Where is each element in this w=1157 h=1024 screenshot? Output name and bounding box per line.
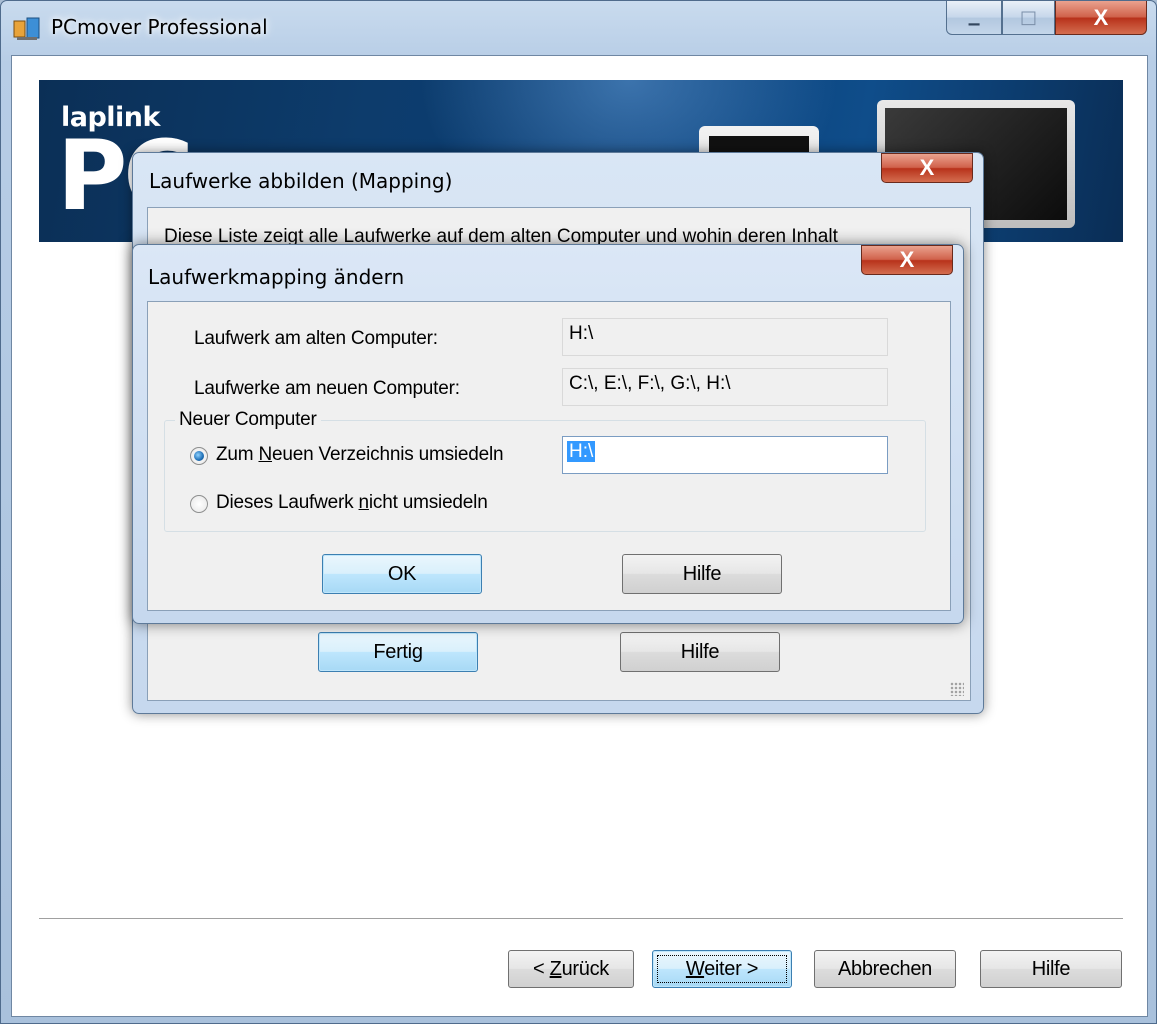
help-button[interactable]: Hilfe (980, 950, 1122, 988)
skip-mnemonic: n (358, 492, 370, 513)
back-button-label: < Zurück (533, 958, 609, 981)
back-mnemonic: Z (549, 957, 562, 980)
next-mnemonic: W (685, 957, 705, 980)
close-button[interactable]: X (1055, 1, 1147, 35)
dialog-title: Laufwerkmapping ändern (148, 265, 405, 289)
ok-button[interactable]: OK (322, 554, 482, 594)
close-icon: X (1093, 4, 1109, 30)
group-label: Neuer Computer (175, 409, 321, 431)
window-title: PCmover Professional (51, 15, 268, 39)
target-directory-input[interactable]: H:\ (562, 436, 888, 474)
new-drives-label: Laufwerke am neuen Computer: (194, 378, 460, 399)
relocate-prefix: Zum (216, 444, 259, 465)
dialog-client-area: Laufwerk am alten Computer: H:\ Laufwerk… (147, 301, 951, 611)
selected-text: H:\ (567, 441, 596, 462)
relocate-mnemonic: N (258, 444, 273, 465)
maximize-button[interactable]: □ (1002, 1, 1055, 35)
help-button[interactable]: Hilfe (622, 554, 782, 594)
resize-grip[interactable] (950, 682, 964, 696)
maximize-icon: □ (1019, 7, 1037, 28)
relocate-radio[interactable] (190, 447, 208, 465)
change-drive-mapping-dialog: Laufwerkmapping ändern X Laufwerk am alt… (132, 244, 964, 624)
help-button[interactable]: Hilfe (620, 632, 780, 672)
next-suffix: eiter > (704, 957, 759, 980)
next-button[interactable]: Weiter > (652, 950, 792, 988)
relocate-suffix: euen Verzeichnis umsiedeln (272, 444, 504, 465)
close-icon: X (899, 247, 915, 272)
skip-option-label[interactable]: Dieses Laufwerk nicht umsiedeln (216, 492, 488, 514)
pcmover-app-icon (13, 17, 40, 40)
old-drive-field: H:\ (562, 318, 888, 356)
dialog-title: Laufwerke abbilden (Mapping) (149, 169, 453, 193)
close-icon: X (919, 155, 935, 180)
done-button[interactable]: Fertig (318, 632, 478, 672)
relocate-option-label[interactable]: Zum Neuen Verzeichnis umsiedeln (216, 444, 504, 466)
skip-prefix: Dieses Laufwerk (216, 492, 359, 513)
minimize-icon: ▁ (968, 9, 980, 26)
dialog-close-button[interactable]: X (861, 245, 953, 275)
skip-radio[interactable] (190, 495, 208, 513)
skip-suffix: icht umsiedeln (368, 492, 488, 513)
old-drive-label: Laufwerk am alten Computer: (194, 328, 438, 349)
new-drives-field: C:\, E:\, F:\, G:\, H:\ (562, 368, 888, 406)
back-button[interactable]: < Zurück (508, 950, 634, 988)
cancel-button[interactable]: Abbrechen (814, 950, 956, 988)
minimize-button[interactable]: ▁ (946, 1, 1002, 35)
footer-divider (39, 918, 1123, 919)
dialog-close-button[interactable]: X (881, 153, 973, 183)
next-button-label: Weiter > (685, 957, 759, 981)
back-prefix: < (533, 957, 550, 980)
back-suffix: urück (561, 957, 610, 980)
